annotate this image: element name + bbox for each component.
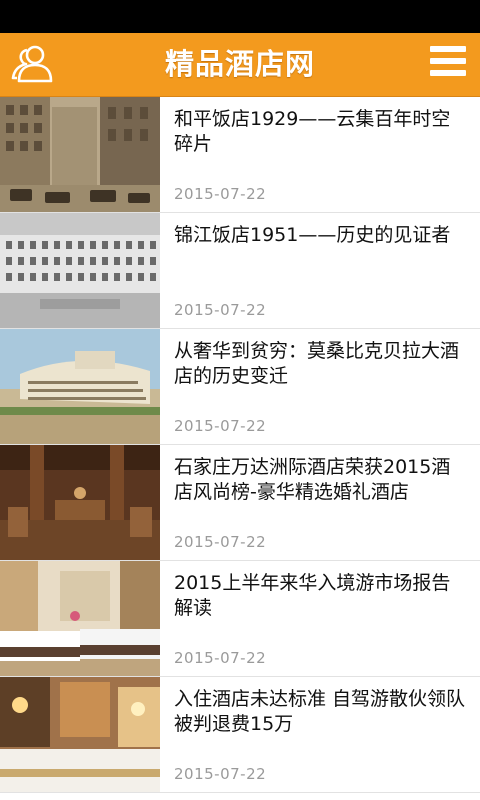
news-title: 2015上半年来华入境游市场报告解读 <box>174 572 451 619</box>
app-title: 精品酒店网 <box>164 47 315 81</box>
news-thumbnail <box>0 677 160 792</box>
news-date: 2015-07-22 <box>174 765 267 783</box>
news-title: 石家庄万达洲际酒店荣获2015酒店风尚榜-豪华精选婚礼酒店 <box>174 456 451 503</box>
news-list[interactable]: 和平饭店1929——云集百年时空碎片 2015-07-22 锦江饭店1951——… <box>0 97 480 800</box>
hotel-building-photo <box>0 213 160 328</box>
hamburger-menu-icon <box>430 46 468 76</box>
news-thumbnail <box>0 97 160 212</box>
hotel-room-photo <box>0 561 160 676</box>
news-item[interactable]: 2015上半年来华入境游市场报告解读 2015-07-22 <box>0 561 480 677</box>
news-thumbnail <box>0 445 160 560</box>
hotel-interior-photo <box>0 445 160 560</box>
news-title: 锦江饭店1951——历史的见证者 <box>174 224 451 246</box>
news-title: 入住酒店未达标准 自驾游散伙领队被判退费15万 <box>174 688 466 735</box>
news-title: 从奢华到贫穷：莫桑比克贝拉大酒店的历史变迁 <box>174 340 460 387</box>
news-date: 2015-07-22 <box>174 185 267 203</box>
status-bar <box>0 0 480 33</box>
user-icon <box>11 45 53 83</box>
news-date: 2015-07-22 <box>174 301 267 319</box>
hotel-bedroom-photo <box>0 677 160 792</box>
news-thumbnail <box>0 329 160 444</box>
user-button[interactable] <box>10 41 54 85</box>
news-title: 和平饭店1929——云集百年时空碎片 <box>174 108 451 155</box>
news-item[interactable]: 石家庄万达洲际酒店荣获2015酒店风尚榜-豪华精选婚礼酒店 2015-07-22 <box>0 445 480 561</box>
news-item[interactable]: 和平饭店1929——云集百年时空碎片 2015-07-22 <box>0 97 480 213</box>
menu-button[interactable] <box>430 46 468 82</box>
historic-street-photo <box>0 97 160 212</box>
news-date: 2015-07-22 <box>174 417 267 435</box>
news-item[interactable]: 锦江饭店1951——历史的见证者 2015-07-22 <box>0 213 480 329</box>
app-header: 精品酒店网 <box>0 33 480 97</box>
news-date: 2015-07-22 <box>174 649 267 667</box>
news-item[interactable]: 从奢华到贫穷：莫桑比克贝拉大酒店的历史变迁 2015-07-22 <box>0 329 480 445</box>
news-thumbnail <box>0 213 160 328</box>
news-date: 2015-07-22 <box>174 533 267 551</box>
news-item[interactable]: 入住酒店未达标准 自驾游散伙领队被判退费15万 2015-07-22 <box>0 677 480 793</box>
news-thumbnail <box>0 561 160 676</box>
beira-grand-hotel-photo <box>0 329 160 444</box>
